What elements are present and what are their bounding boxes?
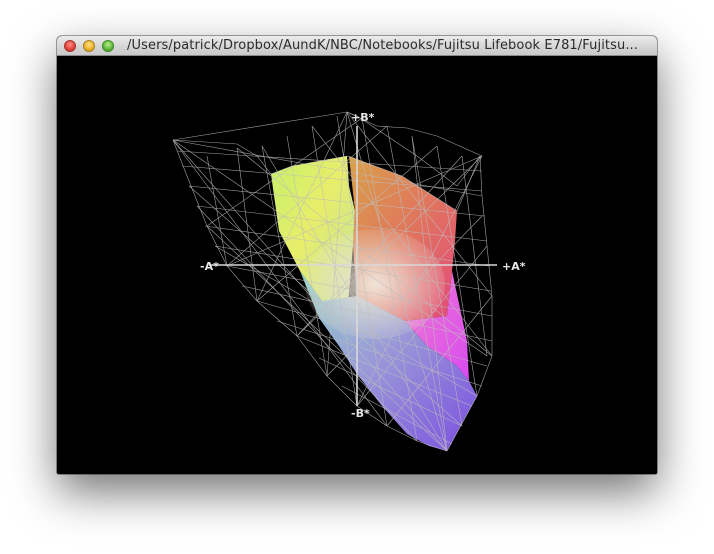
b-plus-label: +B* xyxy=(351,111,375,124)
b-minus-label: -B* xyxy=(351,407,370,420)
minimize-icon[interactable] xyxy=(83,40,95,52)
title-bar[interactable]: /Users/patrick/Dropbox/AundK/NBC/Noteboo… xyxy=(57,36,657,56)
gamut-3d-plot[interactable]: +B* -B* +A* -A* xyxy=(57,56,657,474)
app-window: /Users/patrick/Dropbox/AundK/NBC/Noteboo… xyxy=(57,36,657,474)
window-title: /Users/patrick/Dropbox/AundK/NBC/Noteboo… xyxy=(127,38,639,53)
close-icon[interactable] xyxy=(64,40,76,52)
zoom-icon[interactable] xyxy=(102,40,114,52)
a-plus-label: +A* xyxy=(502,260,526,273)
a-minus-label: -A* xyxy=(200,260,219,273)
gamut-canvas[interactable]: +B* -B* +A* -A* xyxy=(57,56,657,474)
